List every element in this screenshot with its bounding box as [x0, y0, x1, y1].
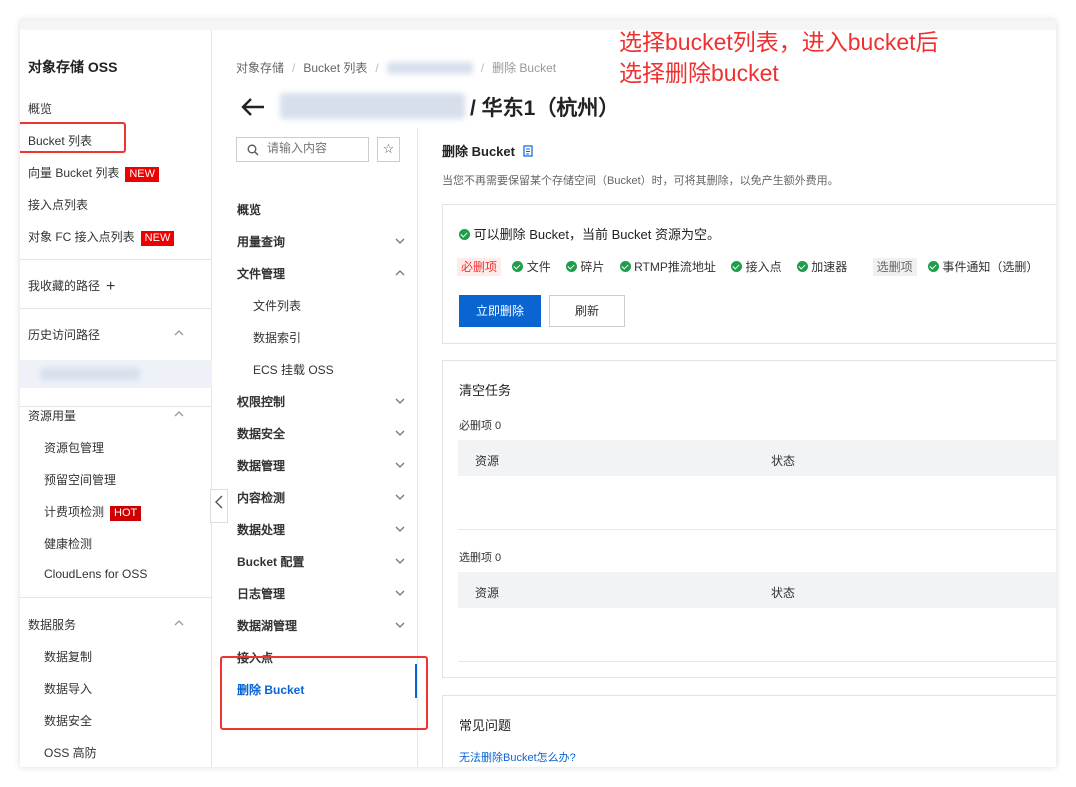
- sidebar-item-reserved[interactable]: 预留空间管理: [44, 471, 116, 488]
- faq-title: 常见问题: [459, 718, 512, 733]
- breadcrumb: 对象存储 / Bucket 列表 / / 删除 Bucket: [236, 61, 557, 75]
- sidebar-item-package[interactable]: 资源包管理: [44, 439, 104, 456]
- status-message: 可以删除 Bucket，当前 Bucket 资源为空。: [459, 224, 720, 243]
- chevron-down-icon[interactable]: [395, 236, 405, 246]
- chevron-down-icon[interactable]: [395, 588, 405, 598]
- sidebar-item-billing[interactable]: 计费项检测 HOT: [44, 503, 142, 521]
- sidebar-item-security[interactable]: 数据安全: [44, 712, 92, 729]
- hot-badge: HOT: [110, 506, 142, 521]
- required-tag: 必删项: [457, 258, 502, 276]
- submenu-data-index[interactable]: 数据索引: [253, 329, 301, 346]
- chevron-down-icon[interactable]: [395, 556, 405, 566]
- submenu-data-lake[interactable]: 数据湖管理: [237, 617, 297, 634]
- submenu-files[interactable]: 文件管理: [237, 265, 285, 282]
- col-resource: 资源: [475, 454, 500, 468]
- back-arrow-icon[interactable]: [240, 96, 266, 118]
- sidebar-item-access-points[interactable]: 接入点列表: [28, 196, 88, 213]
- sidebar-item-health[interactable]: 健康检测: [44, 535, 92, 552]
- content-title: 删除 Bucket: [442, 141, 533, 160]
- required-count: 必删项 0: [459, 420, 502, 432]
- sidebar-item-fc-access-points[interactable]: 对象 FC 接入点列表 NEW: [28, 228, 175, 246]
- check-icon: [619, 261, 631, 272]
- breadcrumb-bucket-list[interactable]: Bucket 列表: [303, 61, 367, 75]
- optional-count: 选删项 0: [459, 552, 502, 564]
- clear-task-card: [442, 360, 1056, 678]
- sidebar-title: 对象存储 OSS: [28, 59, 118, 75]
- delete-now-button[interactable]: 立即删除: [459, 295, 541, 327]
- check-icon: [928, 261, 939, 272]
- check-icon: [512, 261, 524, 272]
- new-badge: NEW: [140, 231, 175, 246]
- submenu-bucket-config[interactable]: Bucket 配置: [237, 553, 304, 570]
- optional-tag: 选删项: [872, 258, 917, 276]
- sidebar-history[interactable]: 历史访问路径: [28, 326, 100, 343]
- content-description: 当您不再需要保留某个存储空间（Bucket）时，可将其删除，以免产生额外费用。: [442, 175, 839, 187]
- annotation-line-2: 选择删除bucket: [619, 60, 779, 86]
- chevron-down-icon[interactable]: [395, 460, 405, 470]
- sidebar-item-vector-bucket[interactable]: 向量 Bucket 列表 NEW: [28, 164, 160, 182]
- bucket-name: [280, 93, 465, 119]
- sidebar-item-replication[interactable]: 数据复制: [44, 648, 92, 665]
- chevron-up-icon[interactable]: [395, 268, 405, 278]
- sidebar-service-title[interactable]: 数据服务: [28, 616, 76, 633]
- annotation-line-1: 选择bucket列表，进入bucket后: [619, 29, 939, 55]
- col-status: 状态: [771, 586, 796, 600]
- chevron-up-icon[interactable]: [174, 618, 184, 628]
- chevron-down-icon[interactable]: [395, 620, 405, 630]
- submenu-data-processing[interactable]: 数据处理: [237, 521, 285, 538]
- chevron-down-icon[interactable]: [395, 396, 405, 406]
- submenu-ecs-mount[interactable]: ECS 挂载 OSS: [253, 361, 334, 378]
- doc-icon[interactable]: [523, 145, 533, 157]
- highlight-delete-bucket: [220, 656, 428, 730]
- check-icon: [566, 261, 578, 272]
- col-resource: 资源: [475, 586, 500, 600]
- submenu-permission[interactable]: 权限控制: [237, 393, 285, 410]
- chevron-up-icon[interactable]: [174, 328, 184, 338]
- sidebar-item-import[interactable]: 数据导入: [44, 680, 92, 697]
- submenu-log-management[interactable]: 日志管理: [237, 585, 285, 602]
- history-item[interactable]: [20, 360, 212, 388]
- highlight-bucket-list: [20, 122, 126, 153]
- submenu-file-list[interactable]: 文件列表: [253, 297, 301, 314]
- check-icon: [459, 229, 470, 240]
- plus-icon[interactable]: +: [106, 278, 115, 295]
- sidebar-item-ddos[interactable]: OSS 高防: [44, 744, 97, 761]
- sidebar-item-cloudlens[interactable]: CloudLens for OSS: [44, 567, 147, 581]
- region-title: / 华东1（杭州）: [470, 97, 620, 120]
- chevron-down-icon[interactable]: [395, 524, 405, 534]
- console-window: 对象存储 OSS 概览 Bucket 列表 向量 Bucket 列表 NEW 接入…: [20, 20, 1056, 767]
- submenu-data-management[interactable]: 数据管理: [237, 457, 285, 474]
- check-items: 必删项 文件 碎片 RTMP推流地址 接入点 加速器 选删项 事件通知（选删）: [457, 258, 1038, 276]
- submenu-data-security[interactable]: 数据安全: [237, 425, 285, 442]
- sidebar-item-overview[interactable]: 概览: [28, 100, 52, 117]
- chevron-down-icon[interactable]: [395, 492, 405, 502]
- task-title: 清空任务: [459, 383, 512, 398]
- check-icon: [796, 261, 808, 272]
- submenu-overview[interactable]: 概览: [237, 201, 261, 218]
- col-status: 状态: [771, 454, 796, 468]
- new-badge: NEW: [125, 167, 160, 182]
- submenu-usage[interactable]: 用量查询: [237, 233, 285, 250]
- submenu-content-detection[interactable]: 内容检测: [237, 489, 285, 506]
- sidebar-usage-title[interactable]: 资源用量: [28, 407, 76, 424]
- check-icon: [731, 261, 743, 272]
- required-table-header: 资源 状态: [458, 440, 1056, 476]
- chevron-down-icon[interactable]: [395, 428, 405, 438]
- sidebar-favorites[interactable]: 我收藏的路径 +: [28, 277, 115, 296]
- breadcrumb-current: 删除 Bucket: [492, 61, 557, 75]
- refresh-button[interactable]: 刷新: [549, 295, 625, 327]
- breadcrumb-oss[interactable]: 对象存储: [236, 61, 284, 75]
- faq-link[interactable]: 无法删除Bucket怎么办?: [459, 749, 576, 765]
- optional-table-header: 资源 状态: [458, 572, 1056, 608]
- chevron-up-icon[interactable]: [174, 409, 184, 419]
- collapse-handle[interactable]: [210, 489, 228, 523]
- annotation-text: 选择bucket列表，进入bucket后 选择删除bucket: [619, 27, 939, 89]
- chevron-left-icon: [215, 495, 223, 509]
